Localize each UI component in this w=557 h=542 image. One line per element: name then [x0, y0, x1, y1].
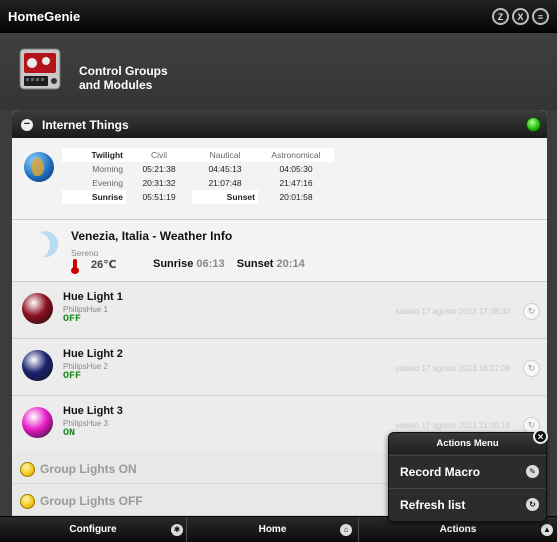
twilight-cell: 05:21:38: [142, 164, 176, 174]
module-date: sabato 17 agosto 2013 21:00:18: [395, 421, 510, 430]
group-lights-label: Group Lights ON: [40, 462, 137, 476]
module-name: Hue Light 2: [63, 348, 123, 360]
weather-sunset-value: 20:14: [276, 258, 305, 270]
weather-temperature: 26℃: [91, 259, 117, 271]
x10-icon[interactable]: X: [512, 8, 529, 25]
page-title-line1: Control Groups: [79, 64, 168, 78]
module-options-icon[interactable]: ↻: [523, 303, 540, 320]
module-row[interactable]: Hue Light 1 PhilipsHue 1 OFF sabato 17 a…: [12, 282, 547, 339]
globe-icon: [24, 152, 54, 182]
page-title: Control Groups and Modules: [79, 64, 239, 92]
twilight-header-cell: Nautical: [192, 148, 258, 162]
refresh-list-item[interactable]: Refresh list ↻: [389, 488, 546, 520]
twilight-row: Morning 05:21:38 04:45:13 04:05:30: [62, 162, 334, 176]
module-type: PhilipsHue 3: [63, 419, 108, 428]
twilight-header-cell: Twilight: [62, 148, 126, 162]
group-lights-label: Group Lights OFF: [40, 494, 143, 508]
record-macro-label: Record Macro: [400, 465, 481, 479]
weather-description: Sereno: [71, 248, 99, 258]
sunset-value: 20:01:58: [279, 192, 313, 202]
weather-sun-times: Sunrise 06:13 Sunset 20:14: [153, 258, 305, 270]
module-type: PhilipsHue 1: [63, 305, 108, 314]
weather-sunset-label: Sunset: [236, 258, 274, 270]
home-icon: ⌂: [340, 524, 352, 536]
close-icon[interactable]: ×: [533, 429, 548, 444]
actions-menu-title: Actions Menu: [389, 433, 546, 454]
status-indicator-icon: [526, 117, 541, 132]
sunrise-value: 05:51:19: [142, 192, 176, 202]
sunrise-label: Sunrise: [62, 190, 126, 204]
twilight-row-label: Evening: [92, 178, 123, 188]
configure-button[interactable]: Configure ✱: [0, 517, 187, 542]
actions-menu: Actions Menu × Record Macro ✎ Refresh li…: [388, 429, 548, 522]
group-title: Internet Things: [42, 118, 129, 132]
twilight-header-cell: Astronomical: [258, 148, 334, 162]
module-date: sabato 17 agosto 2013 16:07:08: [395, 364, 510, 373]
twilight-row-label: Morning: [92, 164, 123, 174]
module-state: OFF: [63, 371, 82, 382]
moon-icon: [20, 228, 53, 261]
twilight-cell: 21:07:48: [208, 178, 242, 188]
light-bulb-icon[interactable]: [22, 293, 53, 324]
module-name: Hue Light 1: [63, 291, 123, 303]
twilight-table: Twilight Civil Nautical Astronomical Mor…: [62, 148, 334, 204]
twilight-cell: 04:05:30: [279, 164, 313, 174]
twilight-header-cell: Civil: [126, 148, 192, 162]
weather-sunrise-value: 06:13: [196, 258, 225, 270]
module-type: PhilipsHue 2: [63, 362, 108, 371]
filter-icon[interactable]: ≡: [532, 8, 549, 25]
group-light-icon: [20, 494, 35, 509]
module-name: Hue Light 3: [63, 405, 123, 417]
twilight-row: Evening 20:31:32 21:07:48 21:47:16: [62, 176, 334, 190]
module-row[interactable]: Hue Light 2 PhilipsHue 2 OFF sabato 17 a…: [12, 339, 547, 396]
gear-icon: ✱: [171, 524, 183, 536]
twilight-cell: 21:47:16: [279, 178, 313, 188]
module-options-icon[interactable]: ↻: [523, 360, 540, 377]
weather-widget[interactable]: Venezia, Italia - Weather Info Sereno 26…: [12, 220, 547, 282]
home-label: Home: [258, 524, 287, 535]
refresh-icon: ↻: [526, 498, 539, 511]
group-header[interactable]: − Internet Things: [12, 110, 547, 138]
actions-label: Actions: [439, 524, 477, 535]
home-button[interactable]: Home ⌂: [187, 517, 359, 542]
app-window: HomeGenie Z X ≡ Control Groups and Modul…: [0, 0, 557, 542]
sunset-label: Sunset: [192, 190, 258, 204]
light-bulb-icon[interactable]: [22, 407, 53, 438]
module-state: OFF: [63, 314, 82, 325]
twilight-cell: 04:45:13: [208, 164, 242, 174]
app-title: HomeGenie: [8, 9, 81, 24]
twilight-cell: 20:31:32: [142, 178, 176, 188]
group-light-icon: [20, 462, 35, 477]
twilight-header-row: Twilight Civil Nautical Astronomical: [62, 148, 334, 162]
refresh-list-label: Refresh list: [400, 498, 466, 512]
module-date: sabato 17 agosto 2013 17:38:30: [395, 307, 510, 316]
light-bulb-icon[interactable]: [22, 350, 53, 381]
weather-sunrise-label: Sunrise: [153, 258, 194, 270]
sun-row: Sunrise 05:51:19 Sunset 20:01:58: [62, 190, 334, 204]
twilight-widget[interactable]: Twilight Civil Nautical Astronomical Mor…: [12, 138, 547, 220]
z-icon[interactable]: Z: [492, 8, 509, 25]
top-header: HomeGenie Z X ≡: [0, 0, 557, 33]
pencil-icon: ✎: [526, 465, 539, 478]
record-macro-item[interactable]: Record Macro ✎: [389, 455, 546, 487]
page-heading: Control Groups and Modules: [0, 33, 557, 110]
chevron-up-icon: ▲: [541, 524, 553, 536]
collapse-icon[interactable]: −: [21, 119, 33, 131]
weather-title: Venezia, Italia - Weather Info: [71, 229, 233, 243]
page-title-line2: and Modules: [79, 78, 153, 92]
header-icons: Z X ≡: [492, 8, 549, 25]
module-state: ON: [63, 428, 76, 439]
thermometer-icon: [71, 259, 79, 274]
configure-label: Configure: [69, 524, 117, 535]
control-panel-icon: [19, 48, 61, 90]
